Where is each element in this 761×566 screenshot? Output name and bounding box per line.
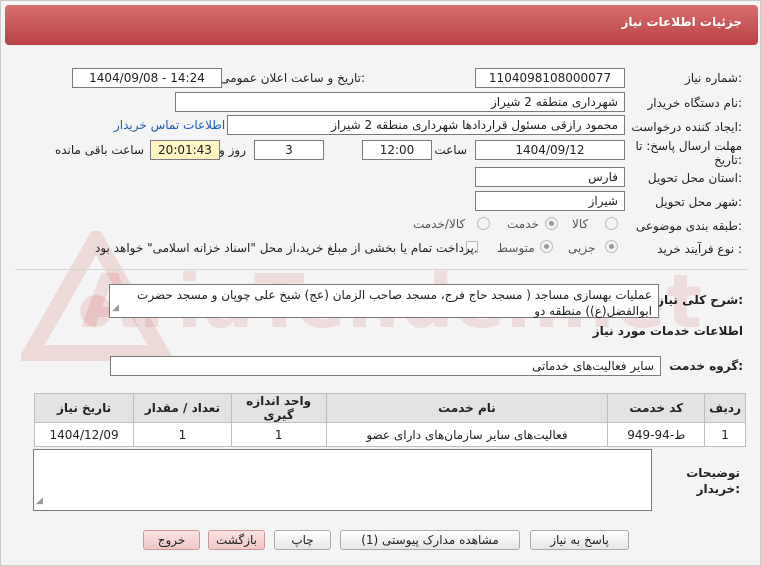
deadline-label: مهلت ارسال پاسخ: تا bbox=[635, 139, 742, 153]
city-field: شیراز bbox=[475, 191, 625, 211]
cell-row: 1 bbox=[704, 422, 746, 447]
cell-name: فعالیت‌های سایر سازمان‌های دارای عضو bbox=[325, 422, 609, 447]
process-medium-label: متوسط bbox=[497, 241, 535, 255]
category-radio-goods-service[interactable] bbox=[477, 217, 490, 230]
cell-unit: 1 bbox=[230, 422, 327, 447]
table-row: 1 ط-94-949 فعالیت‌های سایر سازمان‌های دا… bbox=[33, 422, 746, 447]
process-radio-minor[interactable] bbox=[605, 240, 618, 253]
category-goods-label: کالا bbox=[572, 217, 589, 231]
category-goods-service-label: کالا/خدمت bbox=[413, 217, 466, 231]
services-table: ردیف کد خدمت نام خدمت واحد اندازه گیری ت… bbox=[33, 393, 746, 447]
print-button[interactable]: چاپ bbox=[274, 530, 331, 550]
payment-note: پرداخت تمام یا بخشی از مبلغ خرید،از محل … bbox=[95, 241, 478, 255]
days-remaining-field: 3 bbox=[254, 140, 324, 160]
col-row: ردیف bbox=[704, 393, 746, 423]
category-label: طبقه بندی موضوعی: bbox=[635, 219, 742, 233]
process-radio-medium[interactable] bbox=[540, 240, 553, 253]
services-section-title: اطلاعات خدمات مورد نیاز bbox=[592, 324, 743, 338]
resize-handle-icon: ◢ bbox=[36, 496, 43, 506]
city-label: شهر محل تحویل: bbox=[655, 195, 742, 209]
buyer-org-field: شهرداری منطقه 2 شیراز bbox=[175, 92, 625, 112]
creator-field: محمود رازقی مسئول قراردادها شهرداری منطق… bbox=[227, 115, 625, 135]
table-header-row: ردیف کد خدمت نام خدمت واحد اندازه گیری ت… bbox=[33, 393, 746, 423]
divider bbox=[15, 269, 748, 270]
exit-button[interactable]: خروج bbox=[143, 530, 200, 550]
creator-label: ایجاد کننده درخواست: bbox=[631, 120, 742, 134]
deadline-time-label: ساعت bbox=[434, 143, 467, 157]
col-date: تاریخ نیاز bbox=[33, 393, 135, 423]
deadline-date-label: تاریخ: bbox=[714, 153, 742, 167]
resize-handle-icon: ◢ bbox=[112, 303, 119, 313]
cell-date: 1404/12/09 bbox=[33, 422, 135, 447]
remaining-time-field: 20:01:43 bbox=[150, 140, 220, 160]
summary-textarea[interactable]: عملیات بهسازی مساجد ( مسجد حاج فرج، مسجد… bbox=[109, 284, 659, 318]
page-title: جزئیات اطلاعات نیاز bbox=[5, 5, 758, 45]
days-label: روز و bbox=[219, 143, 246, 157]
page-frame: جزئیات اطلاعات نیاز AriaTender.net شماره… bbox=[0, 0, 761, 566]
process-label: نوع فرآیند خرید : bbox=[657, 242, 742, 256]
remaining-time-label: ساعت باقی مانده bbox=[54, 143, 144, 157]
summary-label: شرح کلی نیاز: bbox=[657, 293, 743, 307]
attachments-button[interactable]: مشاهده مدارک پیوستی (1) bbox=[340, 530, 520, 550]
cell-qty: 1 bbox=[133, 422, 232, 447]
buyer-notes-textarea[interactable]: ◢ bbox=[33, 449, 652, 511]
col-qty: تعداد / مقدار bbox=[133, 393, 232, 423]
process-minor-label: جزیی bbox=[568, 241, 596, 255]
category-radio-goods[interactable] bbox=[605, 217, 618, 230]
back-button[interactable]: بازگشت bbox=[208, 530, 265, 550]
summary-text: عملیات بهسازی مساجد ( مسجد حاج فرج، مسجد… bbox=[137, 288, 652, 318]
need-number-label: شماره نیاز: bbox=[684, 71, 742, 85]
reply-button[interactable]: پاسخ به نیاز bbox=[530, 530, 629, 550]
col-code: کد خدمت bbox=[607, 393, 706, 423]
category-service-label: خدمت bbox=[507, 217, 539, 231]
service-group-field: سایر فعالیت‌های خدماتی bbox=[110, 356, 661, 376]
buyer-contact-link[interactable]: اطلاعات تماس خریدار bbox=[114, 118, 225, 132]
notes-label: توضیحات bbox=[686, 466, 740, 480]
deadline-time-field: 12:00 bbox=[362, 140, 432, 160]
need-number-field: 1104098108000077 bbox=[475, 68, 625, 88]
buyer-org-label: نام دستگاه خریدار: bbox=[647, 96, 743, 110]
province-field: فارس bbox=[475, 167, 625, 187]
service-group-label: گروه خدمت: bbox=[669, 359, 743, 373]
announce-label: تاریخ و ساعت اعلان عمومی: bbox=[220, 71, 365, 85]
notes-label-2: خریدار: bbox=[696, 482, 740, 496]
col-name: نام خدمت bbox=[325, 393, 609, 423]
category-radio-service[interactable] bbox=[545, 217, 558, 230]
cell-code: ط-94-949 bbox=[607, 422, 706, 447]
deadline-date-field: 1404/09/12 bbox=[475, 140, 625, 160]
col-unit: واحد اندازه گیری bbox=[230, 393, 327, 423]
announce-datetime-field: 1404/09/08 - 14:24 bbox=[72, 68, 222, 88]
province-label: استان محل تحویل: bbox=[647, 171, 742, 185]
